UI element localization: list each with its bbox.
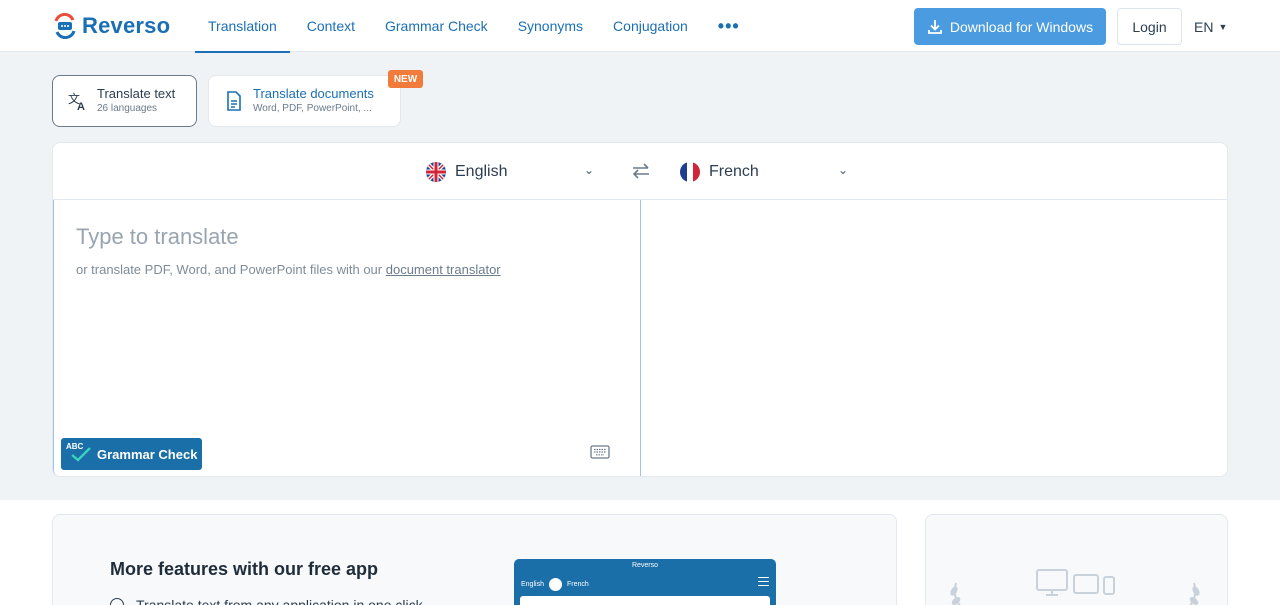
swap-languages-button[interactable] — [629, 159, 653, 183]
source-text-area[interactable]: Type to translate or translate PDF, Word… — [53, 200, 641, 476]
source-language-label: English — [455, 162, 508, 180]
france-flag-icon — [680, 161, 700, 182]
feature-item: Translate text from any application in o… — [110, 597, 423, 605]
app-preview-languages: English French — [521, 578, 589, 591]
document-icon — [223, 90, 245, 112]
svg-text:A: A — [77, 101, 85, 112]
tab-translate-text[interactable]: 文 A Translate text 26 languages — [52, 75, 197, 127]
swap-icon — [548, 578, 562, 591]
chevron-down-icon: ⌄ — [838, 163, 849, 177]
main-nav: Translation Context Grammar Check Synony… — [195, 0, 757, 53]
nav-context[interactable]: Context — [294, 0, 368, 52]
app-preview-source: English — [521, 581, 544, 588]
caret-down-icon: ▼ — [1218, 21, 1228, 32]
login-button[interactable]: Login — [1117, 8, 1182, 45]
tab-translate-documents-subtitle: Word, PDF, PowerPoint, ... — [253, 103, 372, 114]
document-translator-link[interactable]: document translator — [386, 262, 501, 277]
top-header: Reverso Translation Context Grammar Chec… — [0, 0, 1280, 53]
document-hint: or translate PDF, Word, and PowerPoint f… — [76, 262, 501, 277]
logo-text: Reverso — [82, 13, 171, 38]
nav-synonyms[interactable]: Synonyms — [505, 0, 596, 52]
nav-more-icon[interactable]: ••• — [705, 0, 753, 52]
download-for-windows-button[interactable]: Download for Windows — [914, 8, 1106, 45]
target-language-select[interactable]: French ⌄ — [680, 143, 852, 200]
nav-translation[interactable]: Translation — [195, 0, 290, 53]
app-preview-body — [520, 596, 770, 605]
download-label: Download for Windows — [949, 18, 1094, 35]
target-language-label: French — [709, 162, 759, 180]
keyboard-icon[interactable] — [590, 445, 610, 464]
menu-icon — [758, 577, 769, 586]
chevron-down-icon: ⌄ — [584, 163, 595, 177]
translate-icon: 文 A — [67, 90, 89, 112]
checkmark-icon — [71, 447, 91, 462]
feature-item-label: Translate text from any application in o… — [136, 597, 423, 605]
target-text-area — [641, 200, 1227, 476]
hint-text: or translate PDF, Word, and PowerPoint f… — [76, 262, 386, 277]
tab-translate-documents-title: Translate documents — [253, 86, 374, 101]
app-features-title: More features with our free app — [110, 559, 379, 579]
ui-language-select[interactable]: EN ▼ — [1194, 8, 1227, 45]
grammar-check-button[interactable]: ABC Grammar Check — [61, 438, 202, 470]
grammar-check-label: Grammar Check — [97, 446, 198, 462]
app-preview-brand: Reverso — [631, 562, 659, 569]
tab-translate-text-title: Translate text — [97, 86, 176, 101]
translator-card: English ⌄ French ⌄ Type to translate or … — [52, 142, 1228, 477]
download-icon — [928, 19, 942, 34]
check-circle-icon — [110, 598, 124, 605]
tab-translate-documents[interactable]: Translate documents Word, PDF, PowerPoin… — [208, 75, 401, 127]
reverso-logo[interactable]: Reverso — [52, 12, 170, 40]
source-language-select[interactable]: English ⌄ — [426, 143, 598, 200]
uk-flag-icon — [426, 161, 446, 182]
devices-icon — [1036, 569, 1115, 596]
app-preview-image: Reverso English French — [514, 559, 776, 605]
language-bar: English ⌄ French ⌄ — [53, 143, 1227, 200]
new-badge: NEW — [388, 70, 423, 88]
laurel-right-icon — [1189, 582, 1200, 605]
reverso-logo-icon — [54, 13, 76, 39]
nav-grammar-check[interactable]: Grammar Check — [372, 0, 501, 52]
source-placeholder: Type to translate — [76, 224, 239, 249]
app-preview-target: French — [566, 581, 589, 588]
laurel-left-icon — [950, 582, 961, 605]
tab-translate-text-subtitle: 26 languages — [97, 103, 158, 114]
swap-icon — [632, 163, 649, 179]
awards-card — [925, 514, 1228, 605]
nav-conjugation[interactable]: Conjugation — [600, 0, 701, 52]
app-features-card: More features with our free app Translat… — [52, 514, 897, 605]
ui-language-label: EN — [1194, 18, 1214, 35]
